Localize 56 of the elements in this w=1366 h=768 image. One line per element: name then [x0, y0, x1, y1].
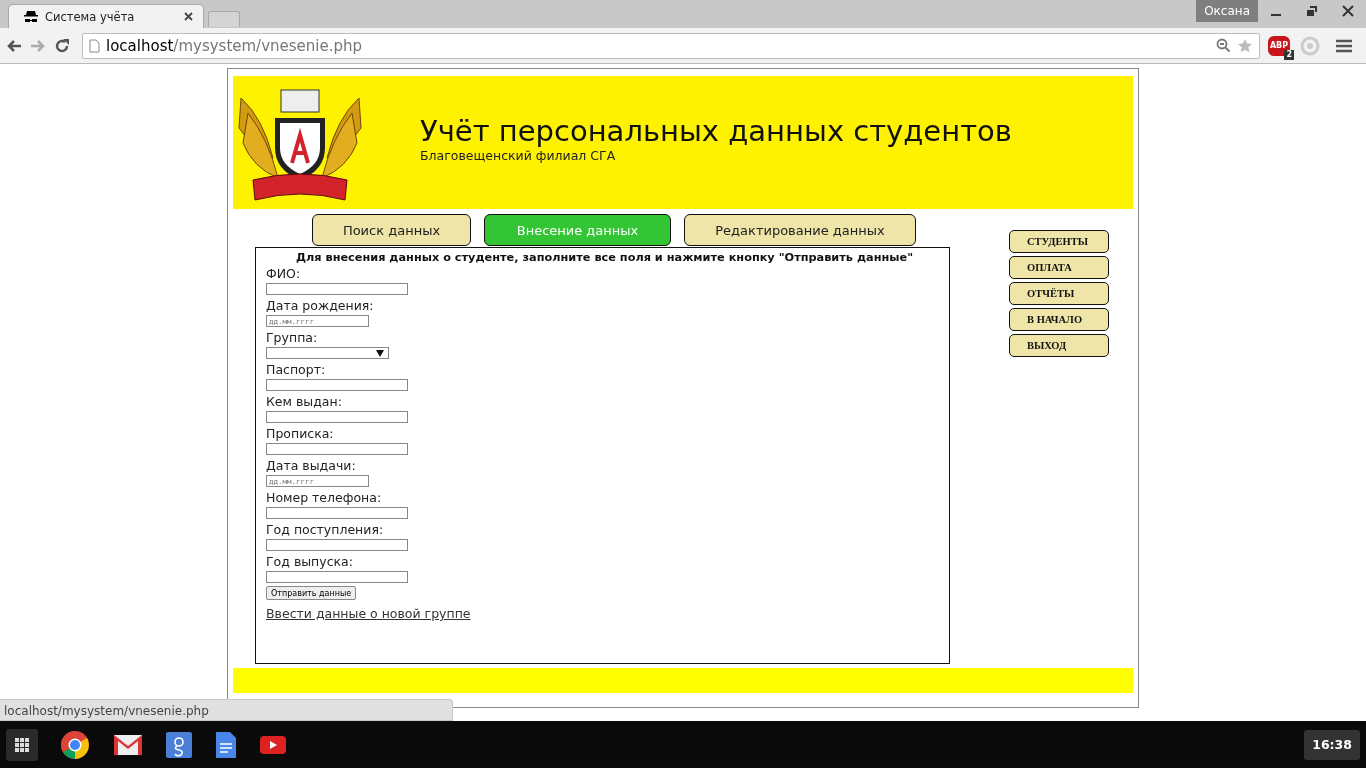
close-icon[interactable] [1342, 5, 1354, 17]
document-app-icon[interactable] [215, 730, 237, 759]
url-text: localhost/mysystem/vnesenie.php [106, 36, 364, 55]
site-title: Учёт персональных данных студентов [420, 114, 1012, 148]
input-field[interactable] [266, 539, 408, 551]
close-icon[interactable] [184, 12, 193, 21]
menu-button[interactable]: ОТЧЁТЫ [1009, 282, 1109, 305]
mail-app-icon[interactable] [113, 732, 143, 757]
field-label: Номер телефона: [266, 490, 383, 507]
tab-title: Система учёта [45, 9, 136, 24]
profile-button[interactable]: Оксана [1196, 0, 1258, 22]
field-label: Год поступления: [266, 522, 385, 539]
restore-icon[interactable] [1306, 5, 1318, 17]
input-field[interactable] [266, 283, 408, 295]
app-launcher-button[interactable] [6, 728, 38, 761]
adblock-extension-icon[interactable]: ABP 2 [1268, 33, 1292, 58]
browser-app-icon[interactable] [60, 729, 90, 760]
address-bar[interactable]: localhost/mysystem/vnesenie.php [82, 32, 1260, 59]
incognito-icon [23, 9, 39, 24]
group-dropdown[interactable] [266, 347, 389, 359]
field-label: ФИО: [266, 266, 302, 283]
field-label: Дата выдачи: [266, 458, 357, 475]
form-heading: Для внесения данных о студенте, заполните все поля и нажмите кнопку "Отправить данные" [294, 250, 915, 266]
input-field[interactable] [266, 411, 408, 423]
field-label: Кем выдан: [266, 394, 343, 411]
browser-tab[interactable]: Система учёта [8, 4, 204, 28]
field-label: Паспорт: [266, 362, 327, 379]
input-field[interactable] [266, 571, 408, 583]
menu-button[interactable]: В НАЧАЛО [1009, 308, 1109, 331]
site-subtitle: Благовещенский филиал СГА [420, 148, 617, 163]
reload-icon[interactable] [54, 37, 70, 54]
submit-button[interactable]: Отправить данные [266, 586, 357, 600]
input-field[interactable] [266, 379, 408, 391]
star-icon[interactable] [1237, 37, 1253, 54]
menu-button[interactable]: ВЫХОД [1009, 334, 1109, 357]
status-url: localhost/mysystem/vnesenie.php [0, 699, 453, 721]
search-app-icon[interactable] [166, 731, 192, 758]
menu-button[interactable]: ОПЛАТА [1009, 256, 1109, 279]
field-label: Группа: [266, 330, 319, 347]
input-field[interactable] [266, 507, 408, 519]
field-label: Год выпуска: [266, 554, 354, 571]
video-app-icon[interactable] [260, 735, 286, 754]
clock: 16:38 [1304, 729, 1360, 760]
menu-button[interactable]: СТУДЕНТЫ [1009, 230, 1109, 253]
field-label: Прописка: [266, 426, 335, 443]
field-label: Дата рождения: [266, 298, 375, 315]
dropdown-arrow-icon [376, 349, 384, 357]
nav-tab[interactable]: Редактирование данных [684, 214, 916, 246]
page-icon [89, 38, 100, 53]
new-group-link[interactable]: Ввести данные о новой группе [266, 606, 471, 621]
zoom-icon[interactable] [1216, 38, 1231, 53]
menu-icon[interactable] [1334, 37, 1354, 54]
back-icon[interactable] [6, 38, 22, 53]
grid-icon [15, 737, 29, 752]
nav-tab[interactable]: Поиск данных [312, 214, 471, 246]
input-field[interactable] [266, 443, 408, 455]
